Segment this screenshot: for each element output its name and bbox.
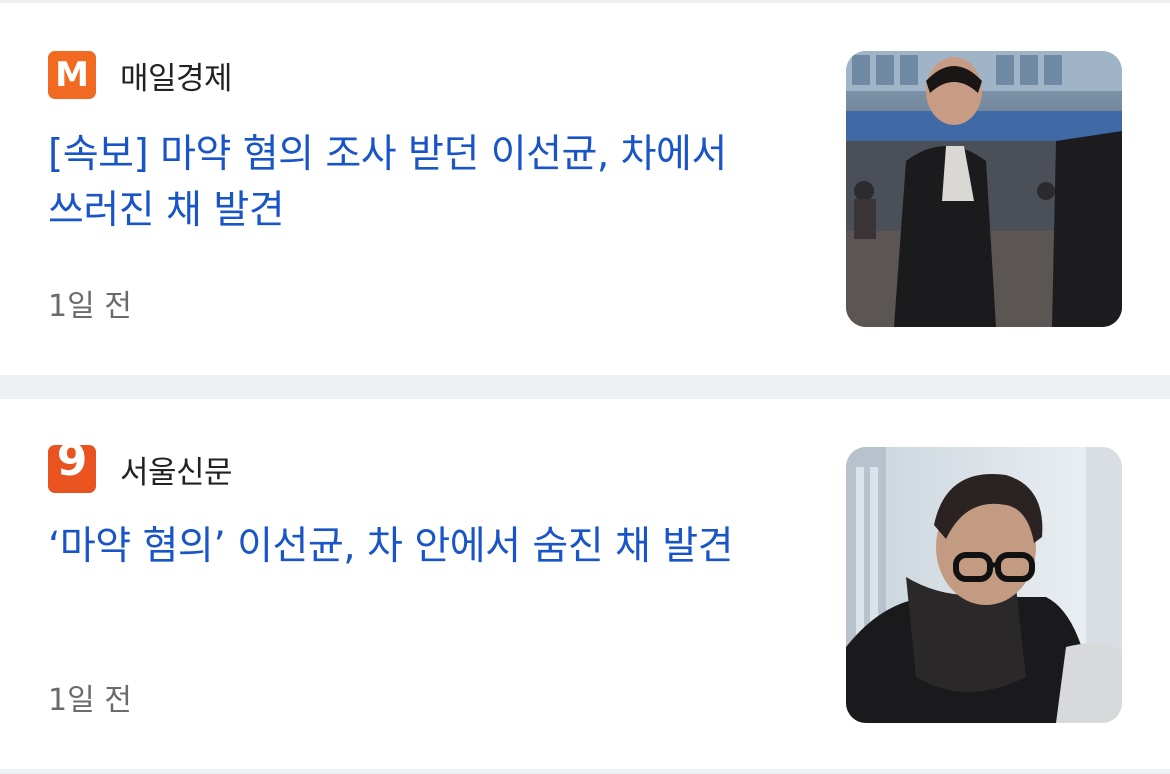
headline-link[interactable]: ‘마약 혐의’ 이선균, 차 안에서 숨진 채 발견 bbox=[48, 519, 808, 575]
thumbnail-image bbox=[846, 51, 1122, 327]
maeil-logo-icon: M bbox=[48, 51, 96, 99]
news-card[interactable]: M 매일경제 [속보] 마약 혐의 조사 받던 이선균, 차에서 쓰러진 채 발… bbox=[0, 3, 1170, 375]
seoul-shinmun-logo-icon: 9 bbox=[48, 439, 96, 493]
news-feed: M 매일경제 [속보] 마약 혐의 조사 받던 이선균, 차에서 쓰러진 채 발… bbox=[0, 0, 1170, 774]
news-source: 9 서울신문 bbox=[48, 439, 233, 493]
source-name: 매일경제 bbox=[120, 60, 233, 97]
news-source: M 매일경제 bbox=[48, 51, 233, 99]
article-thumbnail[interactable] bbox=[846, 51, 1122, 327]
thumbnail-image bbox=[846, 447, 1122, 723]
news-card[interactable]: 9 서울신문 ‘마약 혐의’ 이선균, 차 안에서 숨진 채 발견 1일 전 bbox=[0, 399, 1170, 769]
article-thumbnail[interactable] bbox=[846, 447, 1122, 723]
seoul-logo-glyph: 9 bbox=[56, 435, 88, 486]
source-name: 서울신문 bbox=[120, 454, 233, 491]
timestamp: 1일 전 bbox=[48, 683, 132, 718]
headline-link[interactable]: [속보] 마약 혐의 조사 받던 이선균, 차에서 쓰러진 채 발견 bbox=[48, 127, 808, 239]
timestamp: 1일 전 bbox=[48, 289, 132, 324]
